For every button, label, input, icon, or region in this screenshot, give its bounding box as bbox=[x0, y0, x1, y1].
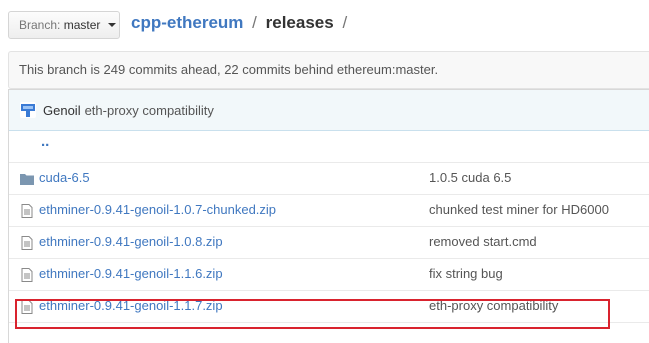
file-name-link[interactable]: cuda-6.5 bbox=[39, 170, 90, 185]
file-row[interactable]: cuda-6.5 1.0.5 cuda 6.5 bbox=[9, 163, 649, 195]
file-row[interactable]: ethminer-0.9.41-genoil-1.0.7-chunked.zip… bbox=[9, 195, 649, 227]
file-icon bbox=[21, 204, 33, 218]
file-row[interactable]: ethminer-0.9.41-genoil-1.1.7.zip eth-pro… bbox=[9, 291, 649, 323]
file-name-link[interactable]: ethminer-0.9.41-genoil-1.1.7.zip bbox=[39, 298, 223, 313]
file-commit-message[interactable]: fix string bug bbox=[429, 266, 503, 281]
branch-compare-notice: This branch is 249 commits ahead, 22 com… bbox=[8, 51, 649, 89]
file-icon bbox=[21, 300, 33, 314]
commit-avatar-icon bbox=[20, 102, 36, 118]
file-commit-message[interactable]: eth-proxy compatibility bbox=[429, 298, 558, 313]
file-name-link[interactable]: ethminer-0.9.41-genoil-1.0.7-chunked.zip bbox=[39, 202, 276, 217]
file-name-link[interactable]: ethminer-0.9.41-genoil-1.1.6.zip bbox=[39, 266, 223, 281]
file-commit-message[interactable]: chunked test miner for HD6000 bbox=[429, 202, 609, 217]
file-commit-message[interactable]: 1.0.5 cuda 6.5 bbox=[429, 170, 511, 185]
branch-select-button[interactable]: Branch: master bbox=[8, 11, 120, 39]
file-row[interactable]: ethminer-0.9.41-genoil-1.0.8.zip removed… bbox=[9, 227, 649, 259]
file-icon bbox=[21, 268, 33, 282]
repo-header: Branch: master cpp-ethereum / releases / bbox=[0, 0, 649, 50]
file-name-link[interactable]: ethminer-0.9.41-genoil-1.0.8.zip bbox=[39, 234, 223, 249]
file-icon bbox=[21, 236, 33, 250]
latest-commit-bar: Genoil eth-proxy compatibility bbox=[9, 89, 649, 131]
branch-name: master bbox=[63, 18, 101, 32]
commit-message[interactable]: eth-proxy compatibility bbox=[85, 103, 214, 118]
file-commit-message[interactable]: removed start.cmd bbox=[429, 234, 537, 249]
breadcrumb-separator: / bbox=[252, 13, 257, 32]
commit-author[interactable]: Genoil bbox=[43, 103, 81, 118]
caret-down-icon bbox=[107, 23, 116, 27]
branch-label: Branch: bbox=[19, 18, 61, 32]
breadcrumb-trailing-separator: / bbox=[342, 13, 348, 32]
breadcrumb-current-dir: releases bbox=[265, 13, 334, 32]
file-listing: Genoil eth-proxy compatibility .. cuda-6… bbox=[8, 89, 649, 343]
file-row[interactable]: ethminer-0.9.41-genoil-1.1.6.zip fix str… bbox=[9, 259, 649, 291]
breadcrumb-repo-link[interactable]: cpp-ethereum bbox=[131, 13, 243, 32]
parent-directory-link[interactable]: .. bbox=[41, 133, 49, 150]
folder-icon bbox=[20, 174, 34, 185]
parent-directory-row[interactable]: .. bbox=[9, 131, 649, 163]
breadcrumb: cpp-ethereum / releases / bbox=[131, 13, 351, 33]
